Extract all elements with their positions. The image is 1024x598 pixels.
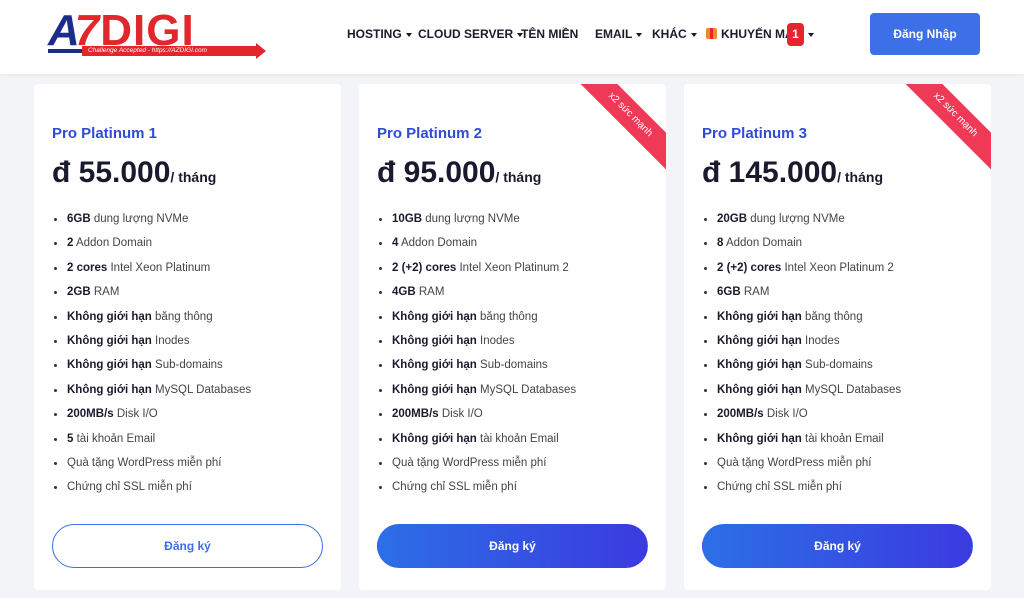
- feature-item: Quà tặng WordPress miễn phí: [52, 451, 251, 475]
- feature-item: Không giới hạn băng thông: [52, 305, 251, 329]
- nav-item-khuyen-mai[interactable]: KHUYẾN MÃI: [706, 27, 797, 41]
- feature-list: 6GB dung lượng NVMe 2 Addon Domain 2 cor…: [52, 207, 251, 500]
- feature-item: Chứng chỉ SSL miễn phí: [377, 475, 576, 499]
- feature-item: 6GB dung lượng NVMe: [52, 207, 251, 231]
- feature-item: Không giới hạn Inodes: [377, 329, 576, 353]
- feature-item: Không giới hạn băng thông: [377, 305, 576, 329]
- chevron-down-icon: [405, 33, 412, 37]
- nav-item-email[interactable]: EMAIL: [595, 27, 643, 41]
- feature-item: 200MB/s Disk I/O: [377, 402, 576, 426]
- gift-icon: [706, 28, 717, 39]
- nav-item-khac[interactable]: KHÁC: [652, 27, 697, 41]
- plan-card-1: Pro Platinum 1 đ 55.000/ tháng 6GB dung …: [34, 84, 341, 590]
- feature-item: 200MB/s Disk I/O: [52, 402, 251, 426]
- feature-item: Không giới hạn tài khoản Email: [702, 427, 901, 451]
- feature-item: Không giới hạn Sub-domains: [702, 353, 901, 377]
- plan-price: đ 95.000/ tháng: [377, 156, 542, 189]
- logo-underline: [48, 49, 84, 53]
- promo-count-badge: 1: [787, 23, 804, 46]
- feature-item: Không giới hạn Inodes: [702, 329, 901, 353]
- register-button[interactable]: Đăng ký: [52, 524, 323, 568]
- feature-item: 2GB RAM: [52, 280, 251, 304]
- promo-ribbon: x2 sức mạnh: [896, 84, 991, 174]
- feature-item: Chứng chỉ SSL miễn phí: [52, 475, 251, 499]
- site-header: A7DIGI Challenge Accepted - https://AZDI…: [0, 0, 1024, 74]
- plan-price: đ 145.000/ tháng: [702, 156, 883, 189]
- feature-item: 8 Addon Domain: [702, 231, 901, 255]
- logo-arrow-icon: [256, 43, 266, 59]
- feature-list: 20GB dung lượng NVMe 8 Addon Domain 2 (+…: [702, 207, 901, 500]
- azdigi-logo[interactable]: A7DIGI Challenge Accepted - https://AZDI…: [48, 9, 266, 59]
- feature-item: Quà tặng WordPress miễn phí: [702, 451, 901, 475]
- feature-item: Không giới hạn MySQL Databases: [52, 378, 251, 402]
- login-button[interactable]: Đăng Nhập: [870, 13, 980, 55]
- chevron-down-icon: [636, 33, 643, 37]
- feature-list: 10GB dung lượng NVMe 4 Addon Domain 2 (+…: [377, 207, 576, 500]
- feature-item: Không giới hạn băng thông: [702, 305, 901, 329]
- feature-item: Không giới hạn Sub-domains: [377, 353, 576, 377]
- feature-item: Không giới hạn Sub-domains: [52, 353, 251, 377]
- feature-item: 5 tài khoản Email: [52, 427, 251, 451]
- chevron-down-icon: [690, 33, 697, 37]
- nav-item-hosting[interactable]: HOSTING: [347, 27, 412, 41]
- chevron-down-icon: [808, 33, 814, 37]
- feature-item: Không giới hạn tài khoản Email: [377, 427, 576, 451]
- plan-name: Pro Platinum 3: [702, 125, 808, 142]
- plan-price: đ 55.000/ tháng: [52, 156, 217, 189]
- feature-item: Không giới hạn MySQL Databases: [377, 378, 576, 402]
- feature-item: Quà tặng WordPress miễn phí: [377, 451, 576, 475]
- nav-item-cloud-server[interactable]: CLOUD SERVER: [418, 27, 524, 41]
- feature-item: 200MB/s Disk I/O: [702, 402, 901, 426]
- feature-item: 2 (+2) cores Intel Xeon Platinum 2: [377, 256, 576, 280]
- plan-name: Pro Platinum 1: [52, 125, 158, 142]
- feature-item: 20GB dung lượng NVMe: [702, 207, 901, 231]
- logo-tagline: Challenge Accepted - https://AZDIGI.com: [82, 46, 260, 56]
- feature-item: 2 cores Intel Xeon Platinum: [52, 256, 251, 280]
- feature-item: 10GB dung lượng NVMe: [377, 207, 576, 231]
- nav-item-ten-mien[interactable]: TÊN MIỀN: [521, 27, 578, 41]
- register-button[interactable]: Đăng ký: [702, 524, 973, 568]
- feature-item: Chứng chỉ SSL miễn phí: [702, 475, 901, 499]
- feature-item: Không giới hạn Inodes: [52, 329, 251, 353]
- feature-item: 2 Addon Domain: [52, 231, 251, 255]
- register-button[interactable]: Đăng ký: [377, 524, 648, 568]
- feature-item: Không giới hạn MySQL Databases: [702, 378, 901, 402]
- promo-ribbon: x2 sức mạnh: [571, 84, 666, 174]
- plan-name: Pro Platinum 2: [377, 125, 483, 142]
- feature-item: 2 (+2) cores Intel Xeon Platinum 2: [702, 256, 901, 280]
- feature-item: 6GB RAM: [702, 280, 901, 304]
- plan-card-3: x2 sức mạnh Pro Platinum 3 đ 145.000/ th…: [684, 84, 991, 590]
- plan-card-2: x2 sức mạnh Pro Platinum 2 đ 95.000/ thá…: [359, 84, 666, 590]
- feature-item: 4GB RAM: [377, 280, 576, 304]
- feature-item: 4 Addon Domain: [377, 231, 576, 255]
